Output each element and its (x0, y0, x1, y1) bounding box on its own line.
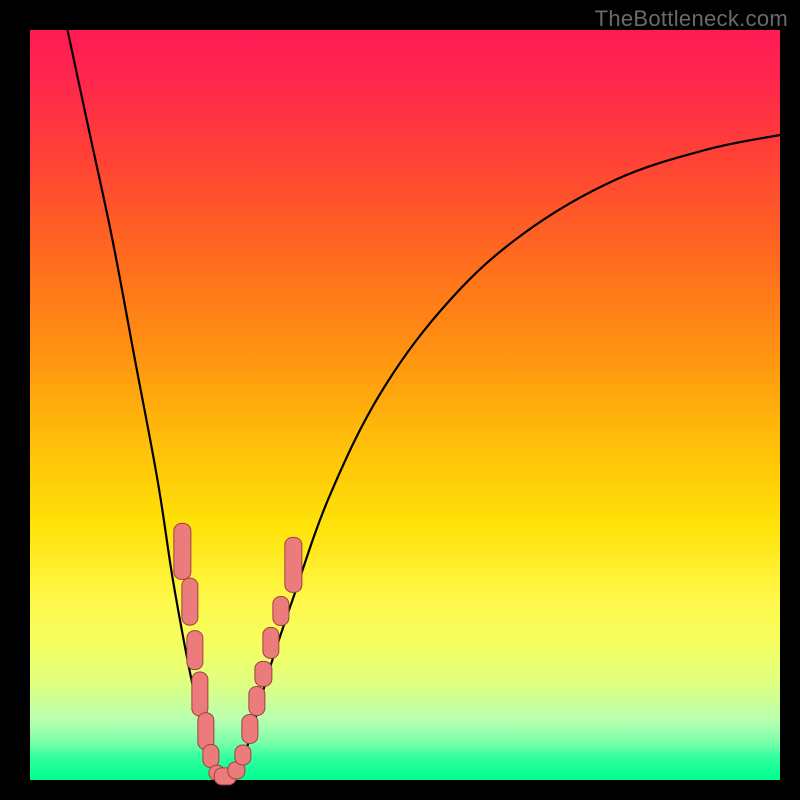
data-marker (241, 714, 258, 744)
data-marker (191, 671, 208, 716)
watermark-text: TheBottleneck.com (595, 6, 788, 32)
data-marker (262, 627, 279, 659)
data-marker (285, 537, 302, 593)
chart-frame: TheBottleneck.com (0, 0, 800, 800)
plot-gradient-area (30, 30, 780, 780)
data-marker (234, 744, 251, 765)
data-marker (174, 523, 191, 579)
data-marker (186, 630, 203, 670)
data-marker (272, 596, 289, 626)
data-marker (248, 686, 265, 716)
data-marker (255, 660, 272, 686)
data-marker (181, 577, 198, 626)
